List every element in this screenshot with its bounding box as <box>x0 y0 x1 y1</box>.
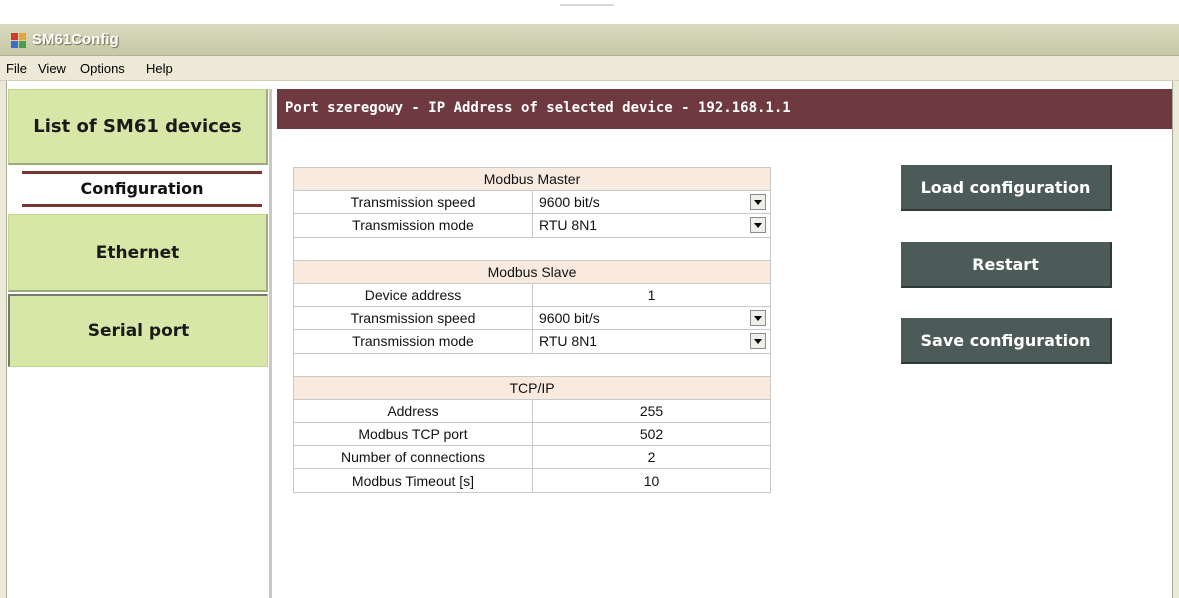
table-row: Modbus TCP port 502 <box>293 422 771 447</box>
panel-divider <box>269 89 272 598</box>
config-table: Modbus Master Transmission speed 9600 bi… <box>293 166 771 493</box>
slave-mode-value: RTU 8N1 <box>539 333 598 350</box>
tcpip-title: TCP/IP <box>293 375 771 400</box>
dropdown-arrow-icon[interactable] <box>750 217 766 234</box>
menu-bar: File View Options Help <box>0 56 1179 81</box>
modbus-slave-title: Modbus Slave <box>293 259 771 284</box>
window-frame-left <box>0 81 7 598</box>
tcp-port-label: Modbus TCP port <box>293 422 533 447</box>
slave-speed-value: 9600 bit/s <box>539 310 600 327</box>
master-speed-select[interactable]: 9600 bit/s <box>532 190 771 215</box>
top-strip <box>0 0 1179 24</box>
table-row: Transmission mode RTU 8N1 <box>293 329 771 354</box>
tcp-port-field[interactable]: 502 <box>532 422 771 447</box>
slave-speed-label: Transmission speed <box>293 306 533 331</box>
dropdown-arrow-icon[interactable] <box>750 194 766 211</box>
slave-address-field[interactable]: 1 <box>532 282 771 308</box>
tcp-timeout-label: Modbus Timeout [s] <box>293 468 533 493</box>
dropdown-arrow-icon[interactable] <box>750 333 766 350</box>
load-configuration-button[interactable]: Load configuration <box>901 165 1112 211</box>
spacer-cell <box>293 352 771 377</box>
table-row: Transmission mode RTU 8N1 <box>293 213 771 238</box>
window-title: SM61Config <box>32 31 119 48</box>
spacer-cell <box>293 236 771 261</box>
list-devices-button[interactable]: List of SM61 devices <box>8 89 268 165</box>
app-grid-icon <box>11 33 26 48</box>
window-frame-right <box>1172 81 1179 598</box>
configuration-label: Configuration <box>80 179 204 198</box>
config-separator-top <box>22 171 262 174</box>
spacer-row <box>293 236 771 261</box>
dropdown-arrow-icon[interactable] <box>750 310 766 327</box>
header-title: Port szeregowy - IP Address of selected … <box>285 100 791 116</box>
master-mode-select[interactable]: RTU 8N1 <box>532 213 771 238</box>
slave-speed-select[interactable]: 9600 bit/s <box>532 306 771 331</box>
master-speed-value: 9600 bit/s <box>539 194 600 211</box>
modbus-master-title: Modbus Master <box>293 166 771 192</box>
section-header: Modbus Master <box>293 166 771 192</box>
table-row: Modbus Timeout [s] 10 <box>293 468 771 493</box>
restart-button[interactable]: Restart <box>901 242 1112 288</box>
table-row: Number of connections 2 <box>293 445 771 470</box>
slave-mode-label: Transmission mode <box>293 329 533 354</box>
table-row: Transmission speed 9600 bit/s <box>293 306 771 331</box>
tcp-connections-label: Number of connections <box>293 445 533 470</box>
slave-mode-select[interactable]: RTU 8N1 <box>532 329 771 354</box>
ethernet-button[interactable]: Ethernet <box>8 214 268 292</box>
spacer-row <box>293 352 771 377</box>
slave-address-label: Device address <box>293 282 533 308</box>
tcp-connections-field[interactable]: 2 <box>532 445 771 470</box>
master-mode-value: RTU 8N1 <box>539 217 598 234</box>
menu-help[interactable]: Help <box>146 61 173 76</box>
menu-options[interactable]: Options <box>80 61 125 76</box>
table-row: Address 255 <box>293 398 771 424</box>
section-header: TCP/IP <box>293 375 771 400</box>
top-tick <box>560 4 614 6</box>
header-bar: Port szeregowy - IP Address of selected … <box>277 89 1172 129</box>
menu-file[interactable]: File <box>6 61 27 76</box>
title-bar: SM61Config <box>0 24 1179 56</box>
master-mode-label: Transmission mode <box>293 213 533 238</box>
menu-view[interactable]: View <box>38 61 66 76</box>
section-header: Modbus Slave <box>293 259 771 284</box>
master-speed-label: Transmission speed <box>293 190 533 215</box>
save-configuration-button[interactable]: Save configuration <box>901 318 1112 364</box>
tcp-address-label: Address <box>293 398 533 424</box>
tcp-timeout-field[interactable]: 10 <box>532 468 771 493</box>
tcp-address-field[interactable]: 255 <box>532 398 771 424</box>
config-separator-bottom <box>22 204 262 207</box>
table-row: Transmission speed 9600 bit/s <box>293 190 771 215</box>
table-row: Device address 1 <box>293 282 771 308</box>
serial-port-button[interactable]: Serial port <box>8 294 268 367</box>
